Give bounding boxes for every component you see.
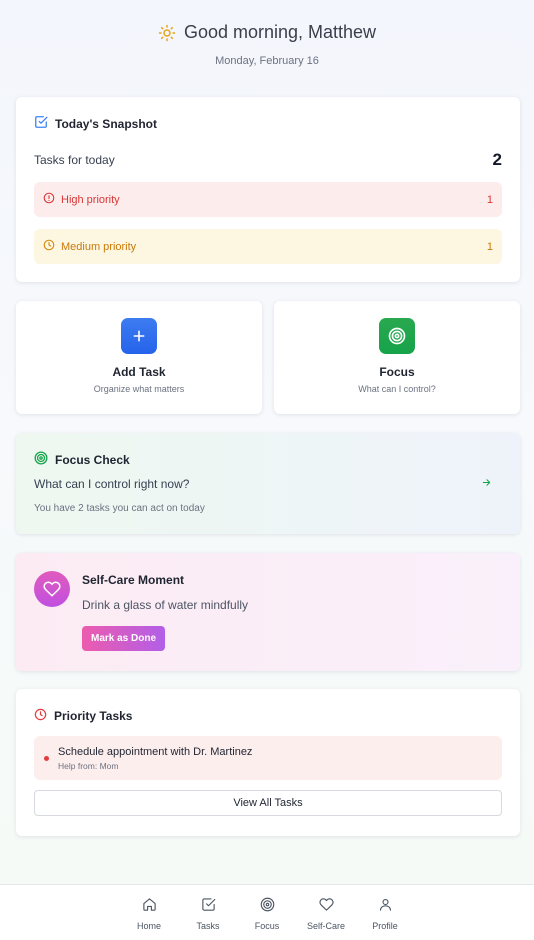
- snapshot-title: Today's Snapshot: [34, 115, 502, 132]
- heart-icon: [34, 571, 70, 607]
- focus-check-question-row: What can I control right now?: [34, 477, 502, 491]
- priority-dot: [44, 755, 49, 761]
- nav-label-focus: Focus: [254, 921, 280, 931]
- nav-item-self-care[interactable]: Self-Care: [297, 885, 356, 940]
- snapshot-card: Today's Snapshot Tasks for today 2 High …: [16, 97, 520, 282]
- medium-priority-count: 1: [486, 240, 493, 253]
- task-help: Help from: Mom: [58, 760, 119, 771]
- focus-subtitle: What can I control?: [358, 384, 436, 394]
- arrow-right-icon[interactable]: [481, 477, 492, 491]
- focus-check-title-text: Focus Check: [55, 452, 130, 467]
- add-task-tile[interactable]: Add Task Organize what matters: [16, 301, 262, 414]
- priority-tasks-title-text: Priority Tasks: [54, 709, 133, 723]
- focus-check-title: Focus Check: [34, 451, 502, 468]
- nav-item-home[interactable]: Home: [120, 885, 179, 940]
- target-icon: [260, 897, 275, 917]
- priority-tasks-title: Priority Tasks: [34, 708, 502, 724]
- sun-icon: [158, 24, 176, 42]
- tasks-today-count: 2: [492, 150, 502, 169]
- medium-priority-row[interactable]: Medium priority 1: [34, 229, 502, 264]
- focus-title: Focus: [379, 365, 415, 379]
- bottom-nav: Home Tasks Focus Self-Care Profile: [0, 884, 534, 940]
- high-priority-count: 1: [486, 193, 493, 206]
- target-icon: [34, 451, 48, 468]
- tasks-today-row: Tasks for today 2: [34, 150, 502, 170]
- clock-icon: [43, 239, 55, 254]
- priority-tasks-card: Priority Tasks Schedule appointment with…: [16, 689, 520, 836]
- high-priority-row[interactable]: High priority 1: [34, 182, 502, 217]
- view-all-tasks-button[interactable]: View All Tasks: [34, 790, 502, 816]
- nav-label-profile: Profile: [372, 921, 398, 931]
- current-date: Monday, February 16: [215, 54, 319, 67]
- task-details: Schedule appointment with Dr. Martinez H…: [58, 746, 252, 771]
- mark-as-done-button[interactable]: Mark as Done: [82, 626, 166, 651]
- check-square-icon: [201, 897, 216, 917]
- nav-item-tasks[interactable]: Tasks: [179, 885, 238, 940]
- self-care-content: Self-Care Moment Drink a glass of water …: [82, 571, 248, 653]
- nav-item-focus[interactable]: Focus: [238, 885, 297, 940]
- self-care-text: Drink a glass of water mindfully: [82, 598, 249, 612]
- self-care-card: Self-Care Moment Drink a glass of water …: [16, 553, 520, 671]
- greeting: Good morning, Matthew: [158, 22, 376, 43]
- task-name: Schedule appointment with Dr. Martinez: [58, 745, 253, 758]
- self-care-title: Self-Care Moment: [82, 573, 185, 587]
- focus-check-card[interactable]: Focus Check What can I control right now…: [16, 433, 520, 534]
- focus-check-note: You have 2 tasks you can act on today: [34, 503, 205, 514]
- nav-label-tasks: Tasks: [196, 921, 220, 931]
- heart-icon: [318, 897, 334, 917]
- greeting-text: Good morning, Matthew: [183, 22, 377, 42]
- plus-icon: [121, 318, 157, 354]
- snapshot-title-text: Today's Snapshot: [55, 116, 157, 131]
- focus-check-question: What can I control right now?: [34, 477, 190, 491]
- tasks-today-label: Tasks for today: [34, 153, 115, 167]
- target-icon: [379, 318, 415, 354]
- high-priority-label: High priority: [61, 193, 120, 206]
- medium-priority-label: Medium priority: [61, 240, 137, 253]
- list-item[interactable]: Schedule appointment with Dr. Martinez H…: [34, 736, 502, 780]
- home-icon: [142, 897, 157, 917]
- nav-item-profile[interactable]: Profile: [356, 885, 415, 940]
- add-task-subtitle: Organize what matters: [93, 384, 185, 394]
- check-square-icon: [34, 115, 48, 132]
- alert-circle-icon: [43, 192, 55, 207]
- add-task-title: Add Task: [112, 365, 166, 379]
- user-icon: [378, 897, 393, 917]
- greeting-header: Good morning, Matthew Monday, February 1…: [0, 0, 534, 96]
- focus-tile[interactable]: Focus What can I control?: [274, 301, 520, 414]
- nav-label-self-care: Self-Care: [306, 921, 345, 931]
- clock-icon: [34, 708, 47, 724]
- nav-label-home: Home: [136, 921, 161, 931]
